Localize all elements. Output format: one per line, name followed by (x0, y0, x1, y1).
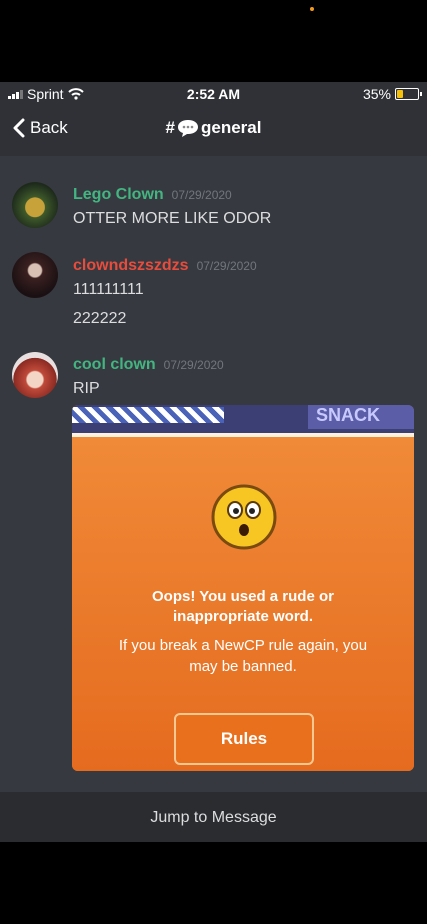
rules-button[interactable]: Rules (174, 713, 314, 765)
avatar[interactable] (12, 252, 58, 298)
message-text: OTTER MORE LIKE ODOR (73, 210, 272, 227)
warning-title: Oops! You used a rude or (152, 588, 334, 605)
hash-symbol: # (165, 118, 175, 137)
battery-icon (395, 88, 422, 100)
username[interactable]: cool clown 07/29/2020 (73, 356, 224, 374)
speech-bubble-icon (177, 120, 198, 137)
username-text: Lego Clown (73, 186, 164, 203)
snack-sign: SNACK (308, 405, 414, 429)
striped-awning (72, 407, 224, 423)
image-attachment[interactable]: SNACK Oops! You used a rude or inappropr… (72, 405, 414, 771)
camera-dot (310, 7, 314, 11)
message-text: 222222 (73, 310, 127, 327)
nav-bar: Back # general (0, 106, 427, 156)
status-bar: Sprint 2:52 AM 35% (0, 82, 427, 106)
warning-title: inappropriate word. (172, 608, 313, 625)
warning-body: may be banned. (189, 658, 297, 675)
warning-body: If you break a NewCP rule again, you (118, 637, 368, 654)
username[interactable]: clowndszszdzs 07/29/2020 (73, 257, 257, 275)
game-background: SNACK (72, 405, 414, 433)
avatar[interactable] (12, 352, 58, 398)
username-text: cool clown (73, 356, 156, 373)
message-text: 111111111 (73, 281, 144, 298)
avatar[interactable] (12, 182, 58, 228)
message-timestamp: 07/29/2020 (196, 259, 257, 273)
channel-name: general (200, 118, 262, 137)
channel-title[interactable]: # general (0, 118, 427, 138)
message-timestamp: 07/29/2020 (171, 188, 232, 202)
username[interactable]: Lego Clown 07/29/2020 (73, 186, 232, 204)
battery-fill (397, 90, 404, 98)
battery-percent: 35% (362, 86, 391, 102)
message-text: RIP (73, 380, 100, 397)
warning-modal: Oops! You used a rude or inappropriate w… (72, 437, 414, 771)
shocked-face-icon (211, 484, 277, 550)
jump-to-message-button[interactable]: Jump to Message (0, 792, 427, 842)
battery-indicator: 35% (362, 86, 422, 102)
username-text: clowndszszdzs (73, 257, 189, 274)
message-timestamp: 07/29/2020 (163, 358, 224, 372)
